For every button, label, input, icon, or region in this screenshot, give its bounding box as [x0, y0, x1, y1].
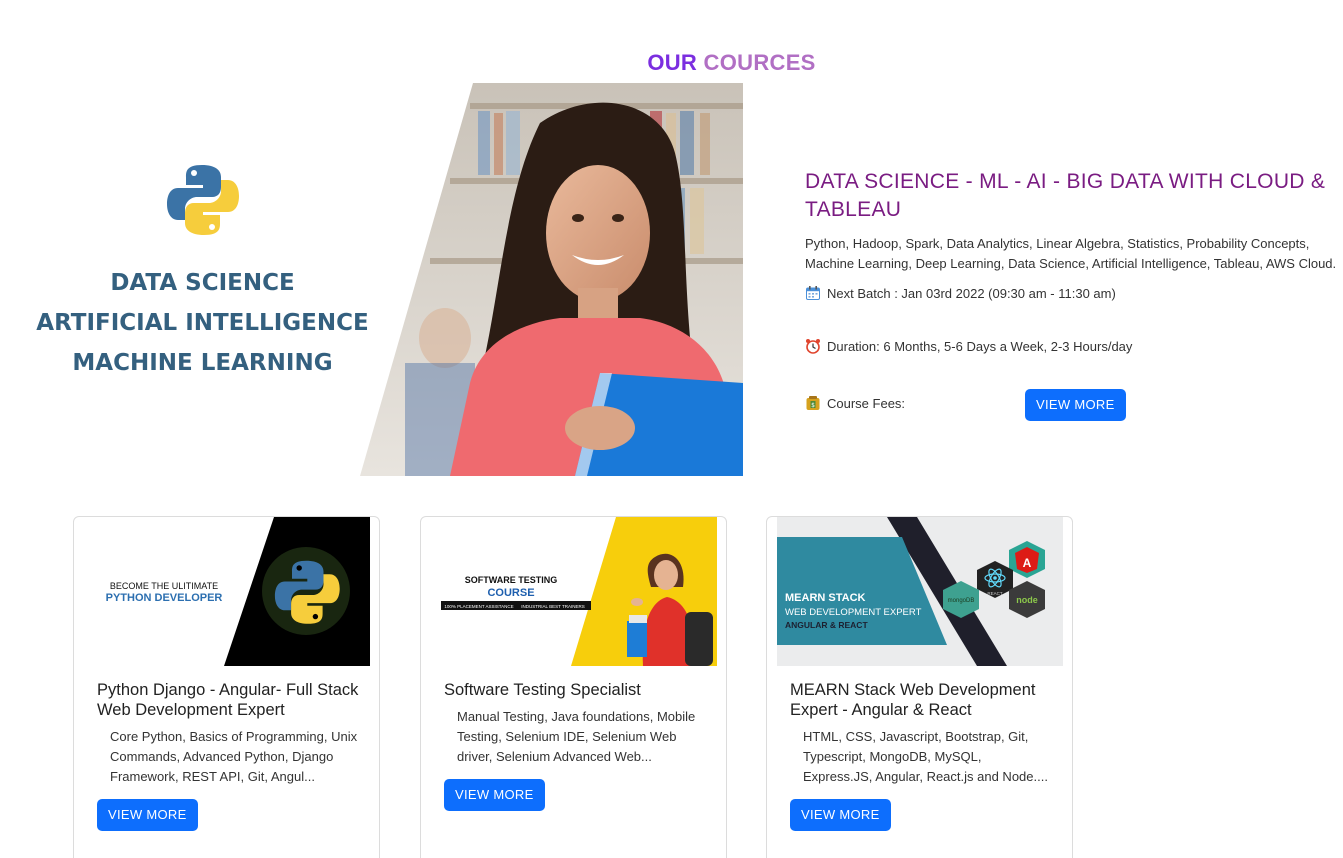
- duration-row: Duration: 6 Months, 5-6 Days a Week, 2-3…: [805, 338, 1132, 354]
- svg-text:node: node: [1016, 595, 1038, 605]
- featured-course-info: DATA SCIENCE - ML - AI - BIG DATA WITH C…: [805, 168, 1340, 421]
- course-card-image: MEARN STACK WEB DEVELOPMENT EXPERT ANGUL…: [777, 517, 1063, 666]
- course-card-title: Python Django - Angular- Full Stack Web …: [97, 681, 359, 719]
- svg-text:mongoDB: mongoDB: [948, 598, 975, 604]
- mearn-banner-line2: WEB DEVELOPMENT EXPERT: [785, 607, 922, 618]
- course-card-description: Manual Testing, Java foundations, Mobile…: [457, 709, 696, 764]
- course-fees-row: $ Course Fees:: [805, 395, 905, 411]
- svg-text:$: $: [811, 402, 815, 409]
- python-developer-banner: BECOME THE ULITIMATE PYTHON DEVELOPER: [84, 517, 370, 666]
- course-fees-label: Course Fees:: [827, 395, 906, 411]
- view-more-button[interactable]: VIEW MORE: [790, 799, 891, 831]
- python-banner-line2: PYTHON DEVELOPER: [106, 592, 223, 604]
- mearn-banner-line1: MEARN STACK: [785, 592, 866, 604]
- featured-course-title: DATA SCIENCE - ML - AI - BIG DATA WITH C…: [805, 170, 1326, 221]
- banner-line-2: ARTIFICIAL INTELLIGENCE: [36, 310, 369, 336]
- featured-view-more-button[interactable]: VIEW MORE: [1025, 389, 1126, 421]
- course-card-software-testing: SOFTWARE TESTING COURSE 100% PLACEMENT A…: [420, 516, 727, 858]
- money-bag-icon: $: [806, 396, 820, 410]
- software-testing-banner: SOFTWARE TESTING COURSE 100% PLACEMENT A…: [431, 517, 717, 666]
- banner-line-3: MACHINE LEARNING: [72, 350, 333, 376]
- testing-banner-line2: COURSE: [487, 587, 534, 599]
- duration-text: Duration: 6 Months, 5-6 Days a Week, 2-3…: [827, 338, 1133, 354]
- view-more-button[interactable]: VIEW MORE: [444, 779, 545, 811]
- next-batch-text: Next Batch : Jan 03rd 2022 (09:30 am - 1…: [827, 285, 1116, 301]
- section-title: OUR COURCES: [0, 50, 1343, 76]
- python-logo-icon: [167, 165, 239, 235]
- banner-text: DATA SCIENCE ARTIFICIAL INTELLIGENCE MAC…: [0, 263, 405, 383]
- view-more-button[interactable]: VIEW MORE: [97, 799, 198, 831]
- course-card-python-django: BECOME THE ULITIMATE PYTHON DEVELOPER Py…: [73, 516, 380, 858]
- mearn-banner-line3: ANGULAR & REACT: [785, 620, 868, 630]
- testing-banner-tag2: INDUSTRIAL BEST TRAINERS: [521, 604, 584, 609]
- course-card-image: BECOME THE ULITIMATE PYTHON DEVELOPER: [84, 517, 370, 666]
- section-title-part1: OUR: [647, 50, 698, 75]
- testing-banner-line1: SOFTWARE TESTING: [465, 575, 558, 585]
- course-card-mearn-stack: MEARN STACK WEB DEVELOPMENT EXPERT ANGUL…: [766, 516, 1073, 858]
- calendar-icon: [806, 286, 820, 300]
- next-batch-row: Next Batch : Jan 03rd 2022 (09:30 am - 1…: [805, 285, 1116, 301]
- alarm-clock-icon: [806, 339, 820, 354]
- mearn-stack-banner: MEARN STACK WEB DEVELOPMENT EXPERT ANGUL…: [777, 517, 1063, 666]
- banner-line-1: DATA SCIENCE: [110, 270, 295, 296]
- svg-text:REACT: REACT: [987, 591, 1003, 596]
- section-title-part2: COURCES: [703, 50, 816, 75]
- featured-course-banner: DATA SCIENCE ARTIFICIAL INTELLIGENCE MAC…: [0, 83, 743, 476]
- course-card-title: MEARN Stack Web Development Expert - Ang…: [790, 681, 1036, 719]
- testing-banner-tag1: 100% PLACEMENT ASSISTANCE: [444, 604, 513, 609]
- featured-course-description: Python, Hadoop, Spark, Data Analytics, L…: [805, 236, 1337, 271]
- svg-text:A: A: [1023, 556, 1032, 570]
- course-card-title: Software Testing Specialist: [444, 681, 641, 699]
- course-card-description: HTML, CSS, Javascript, Bootstrap, Git, T…: [803, 729, 1048, 784]
- python-banner-line1: BECOME THE ULITIMATE: [110, 581, 218, 591]
- course-card-image: SOFTWARE TESTING COURSE 100% PLACEMENT A…: [431, 517, 717, 666]
- course-card-description: Core Python, Basics of Programming, Unix…: [110, 729, 358, 784]
